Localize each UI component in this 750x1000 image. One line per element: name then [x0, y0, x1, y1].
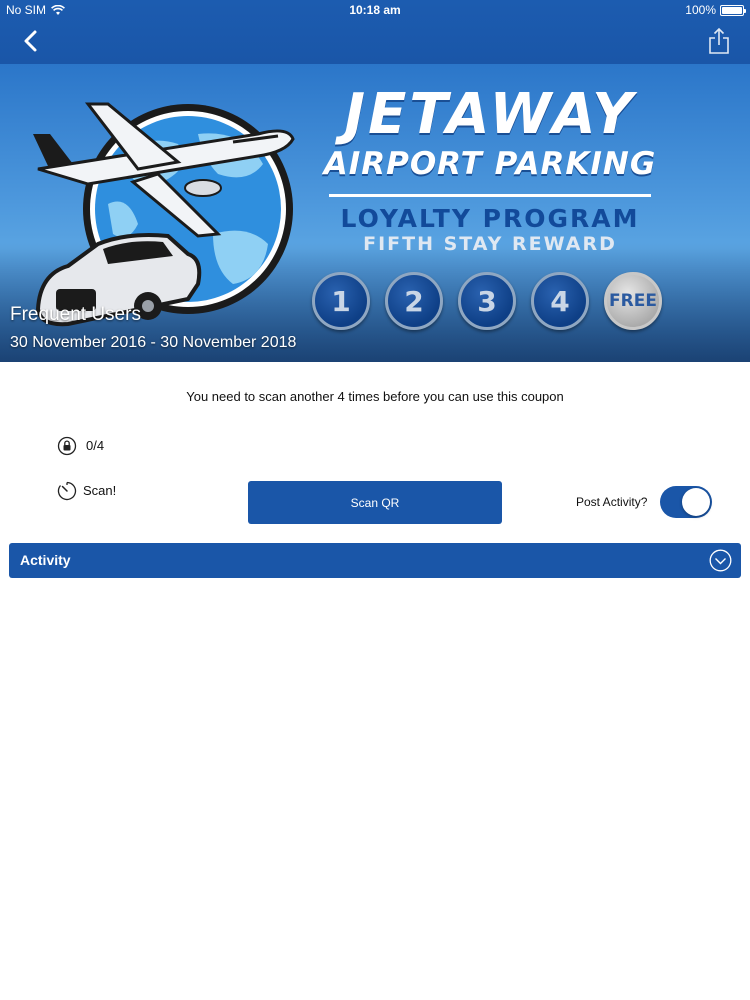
coupon-dates: 30 November 2016 - 30 November 2018 — [10, 334, 297, 351]
status-right: 100% — [685, 3, 746, 17]
activity-header[interactable]: Activity — [9, 543, 741, 578]
scan-qr-button[interactable]: Scan QR — [248, 481, 502, 524]
post-activity-label: Post Activity? — [576, 495, 648, 509]
reward-name: FIFTH STAY REWARD — [363, 233, 617, 255]
scan-label: Scan! — [83, 483, 117, 498]
chevron-down-circle-icon[interactable] — [709, 549, 732, 572]
brand-subtitle: AIRPORT PARKING — [323, 146, 657, 182]
stamp-2: 2 — [385, 272, 443, 330]
clock: 10:18 am — [349, 3, 401, 17]
timer-icon — [57, 481, 77, 501]
stamp-3: 3 — [458, 272, 516, 330]
brand-block: JETAWAY AIRPORT PARKING LOYALTY PROGRAM … — [320, 82, 660, 256]
status-bar: No SIM 10:18 am 100% — [0, 0, 750, 20]
lock-icon — [57, 436, 77, 456]
share-icon[interactable] — [706, 26, 732, 56]
scan-progress: 0/4 — [86, 438, 105, 453]
chevron-left-icon[interactable] — [16, 26, 46, 56]
stamp-free: FREE — [604, 272, 662, 330]
activity-label: Activity — [20, 552, 71, 568]
scan-notice: You need to scan another 4 times before … — [186, 389, 564, 404]
post-activity-toggle[interactable] — [660, 486, 712, 518]
battery-icon — [720, 4, 746, 16]
nav-bar: No SIM 10:18 am 100% — [0, 0, 750, 64]
stamp-row: 1 2 3 4 FREE — [312, 272, 662, 330]
program-name: LOYALTY PROGRAM — [340, 204, 640, 233]
brand-name: JETAWAY — [344, 82, 636, 147]
stamp-1: 1 — [312, 272, 370, 330]
brand-divider — [329, 194, 651, 197]
coupon-banner: JETAWAY AIRPORT PARKING LOYALTY PROGRAM … — [0, 64, 750, 362]
stamp-4: 4 — [531, 272, 589, 330]
toggle-knob — [682, 488, 710, 516]
battery-percent: 100% — [685, 3, 716, 17]
coupon-title: Frequent Users — [10, 304, 141, 325]
